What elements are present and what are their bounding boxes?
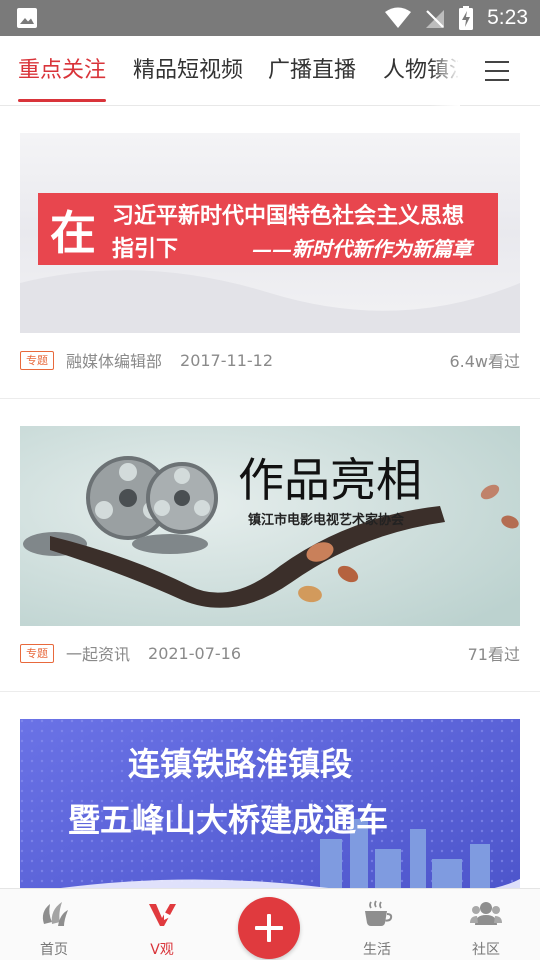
nav-life-label: 生活 [363,942,391,958]
banner-big-char: 在 [50,206,96,260]
tab-key-focus[interactable]: 重点关注 [18,36,106,106]
banner-title: 作品亮相 [238,453,422,507]
active-tab-indicator [18,99,106,102]
card-views: 71看过 [467,645,520,664]
card-divider [0,691,540,692]
community-people-icon [470,902,502,925]
nav-home[interactable]: 首页 [9,889,99,960]
news-feed[interactable]: 在 习近平新时代中国特色社会主义思想 指引下 ——新时代新作为新篇章 专题 融媒… [0,106,540,888]
home-logo-icon [42,902,68,926]
banner-line2: 指引下 [112,237,178,262]
card-banner-image[interactable]: 作品亮相 镇江市电影电视艺术家协会 [20,426,520,626]
nav-community[interactable]: 社区 [441,889,531,960]
v-watch-icon [149,904,176,926]
card-source: 一起资讯 [66,645,131,664]
card-meta: 专题 融媒体编辑部 2017-11-12 6.4w看过 [20,345,520,375]
status-bar: 5:23 [0,0,540,36]
banner-line1: 习近平新时代中国特色社会主义思想 [112,203,464,229]
banner-line3: ——新时代新作为新篇章 [252,237,475,261]
wifi-icon [385,7,412,28]
card-source: 融媒体编辑部 [66,352,163,371]
status-time: 5:23 [487,6,528,29]
topic-tag: 专题 [20,350,54,370]
nav-community-label: 社区 [472,942,500,958]
card-views: 6.4w看过 [449,352,520,371]
card-date: 2017-11-12 [180,350,273,370]
nav-life[interactable]: 生活 [332,889,422,960]
tab-short-video[interactable]: 精品短视频 [133,36,243,106]
battery-charging-icon [459,6,474,30]
banner-subtitle: 镇江市电影电视艺术家协会 [248,512,405,528]
tab-broadcast-live[interactable]: 广播直播 [268,36,356,106]
coffee-cup-icon [365,900,393,926]
image-icon [17,8,37,28]
nav-home-label: 首页 [40,942,68,958]
banner-line2: 暨五峰山大桥建成通车 [68,801,388,839]
channel-tabs: 重点关注 精品短视频 广播直播 人物镇江 [0,36,540,106]
plus-icon[interactable] [238,897,300,959]
banner-line1: 连镇铁路淮镇段 [128,745,352,783]
bottom-nav: 首页 V观 生活 社区 [0,888,540,960]
nav-v-watch-label: V观 [150,942,174,958]
card-date: 2021-07-16 [148,643,241,663]
card-meta: 专题 一起资讯 2021-07-16 71看过 [20,638,520,668]
nav-v-watch[interactable]: V观 [117,889,207,960]
no-signal-icon [426,10,445,28]
card-banner-image[interactable]: 连镇铁路淮镇段 暨五峰山大桥建成通车 [20,719,520,888]
card-divider [0,398,540,399]
card-banner-image[interactable]: 在 习近平新时代中国特色社会主义思想 指引下 ——新时代新作为新篇章 [20,133,520,333]
tab-fade [430,36,460,106]
menu-icon[interactable] [474,52,520,90]
topic-tag: 专题 [20,643,54,663]
